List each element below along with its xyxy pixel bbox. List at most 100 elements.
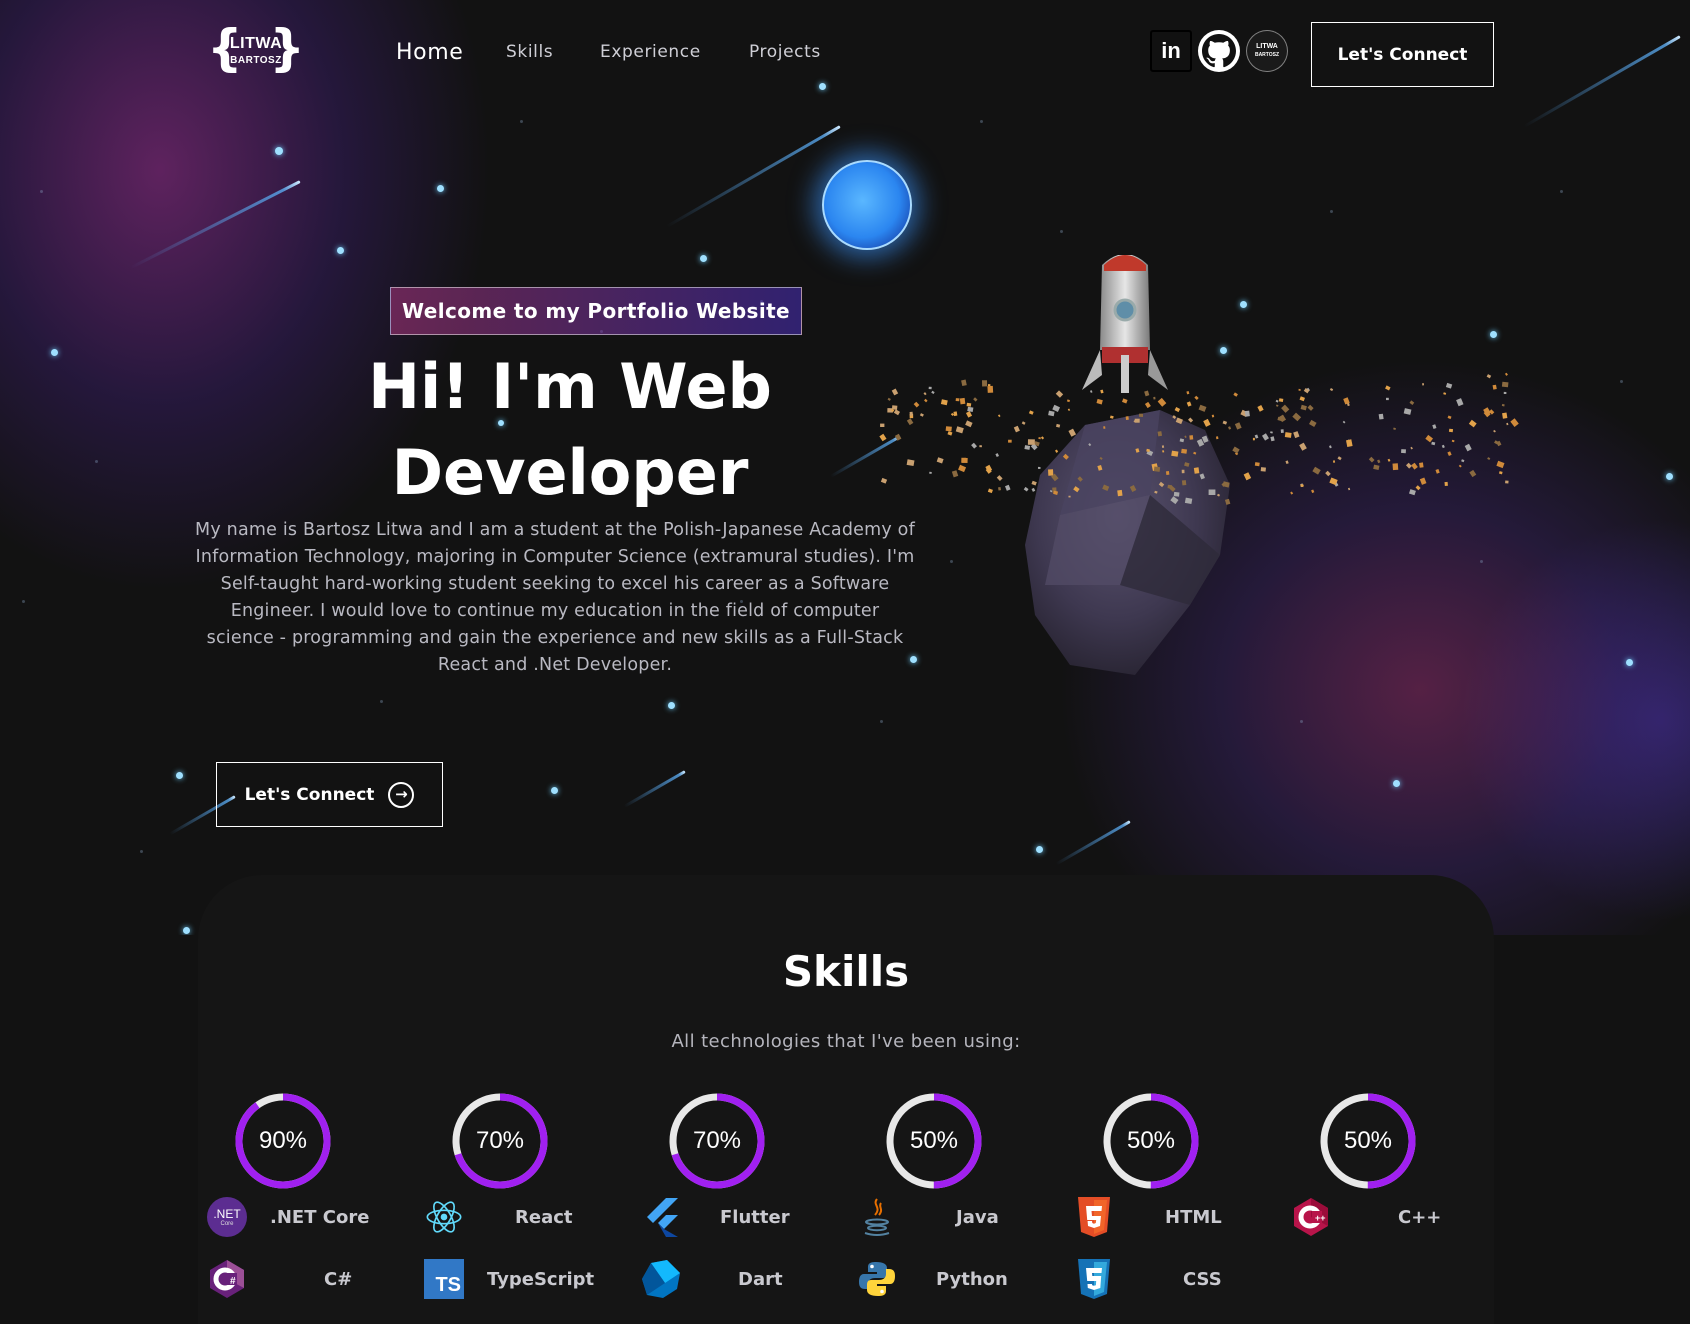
space-dust bbox=[1060, 230, 1063, 233]
skill-progress-ring: 70% bbox=[449, 1090, 551, 1192]
nav-link-experience[interactable]: Experience bbox=[600, 42, 701, 62]
tech-python: Python bbox=[856, 1257, 1056, 1301]
star bbox=[337, 247, 344, 254]
react-icon bbox=[423, 1196, 465, 1238]
rocket-asteroid-illustration bbox=[879, 255, 1519, 675]
typescript-icon: TS bbox=[423, 1258, 465, 1300]
ts-icon-text: TS bbox=[435, 1274, 461, 1296]
tech-label: React bbox=[515, 1206, 573, 1228]
tech-label: Dart bbox=[738, 1268, 783, 1290]
progress-percent-label: 50% bbox=[1126, 1127, 1176, 1154]
tech-label: TypeScript bbox=[487, 1268, 595, 1290]
space-dust bbox=[1300, 720, 1303, 723]
nav-link-projects[interactable]: Projects bbox=[749, 42, 821, 62]
dotnet-core-icon: .NET Core bbox=[206, 1196, 248, 1238]
java-icon bbox=[856, 1196, 898, 1238]
progress-percent-label: 70% bbox=[692, 1127, 742, 1154]
linkedin-link[interactable]: in bbox=[1150, 30, 1192, 72]
tech-flutter: Flutter bbox=[640, 1195, 840, 1239]
python-icon bbox=[856, 1258, 898, 1300]
headline-line-1: Hi! I'm Web bbox=[368, 350, 772, 423]
shooting-star bbox=[130, 180, 301, 270]
space-dust bbox=[95, 460, 98, 463]
tech-java: Java bbox=[856, 1195, 1056, 1239]
cpp-icon: ++ bbox=[1290, 1196, 1332, 1238]
skills-title: Skills bbox=[782, 947, 910, 996]
tech-typescript: TS TypeScript bbox=[423, 1257, 623, 1301]
headline-line-2: Developer bbox=[391, 436, 749, 509]
css3-icon bbox=[1073, 1258, 1115, 1300]
star bbox=[668, 702, 675, 709]
dart-icon bbox=[640, 1258, 682, 1300]
skills-subtitle: All technologies that I've been using: bbox=[671, 1031, 1021, 1052]
svg-text:#: # bbox=[230, 1276, 236, 1287]
skill-progress-ring: 90% bbox=[232, 1090, 334, 1192]
tech-label: Python bbox=[936, 1268, 1008, 1290]
star bbox=[1393, 780, 1400, 787]
star bbox=[176, 772, 183, 779]
lets-connect-label: Let's Connect bbox=[244, 784, 375, 805]
space-dust bbox=[880, 720, 883, 723]
dotnet-icon-text: .NET bbox=[213, 1207, 241, 1221]
logo-brace-right: } bbox=[269, 19, 305, 77]
navbar: { LITWA BARTOSZ } Home Skills Experience… bbox=[0, 0, 1690, 110]
csharp-icon: # bbox=[206, 1258, 248, 1300]
tech-label: C# bbox=[324, 1268, 353, 1290]
tech-label: CSS bbox=[1183, 1268, 1222, 1290]
star bbox=[51, 349, 58, 356]
personal-site-link[interactable]: LITWA BARTOSZ bbox=[1246, 30, 1288, 72]
tech-css: CSS bbox=[1073, 1257, 1273, 1301]
html5-icon bbox=[1073, 1196, 1115, 1238]
space-dust bbox=[380, 700, 383, 703]
tech-csharp: # C# bbox=[206, 1257, 406, 1301]
svg-text:++: ++ bbox=[1315, 1213, 1326, 1223]
tech-dart: Dart bbox=[640, 1257, 840, 1301]
progress-percent-label: 90% bbox=[258, 1127, 308, 1154]
skills-section: Skills All technologies that I've been u… bbox=[198, 875, 1494, 1324]
dotnet-icon-subtext: Core bbox=[220, 1221, 234, 1227]
nav-link-skills[interactable]: Skills bbox=[506, 42, 553, 62]
hero-headline: Hi! I'm Web Developer bbox=[330, 344, 810, 516]
intro-paragraph: My name is Bartosz Litwa and I am a stud… bbox=[195, 520, 915, 675]
shooting-star bbox=[666, 125, 841, 228]
linkedin-icon: in bbox=[1161, 38, 1181, 63]
space-dust bbox=[140, 850, 143, 853]
space-dust bbox=[1560, 190, 1563, 193]
star bbox=[1666, 473, 1673, 480]
star bbox=[1626, 659, 1633, 666]
tech-label: .NET Core bbox=[270, 1206, 370, 1228]
lets-connect-hero-button[interactable]: Let's Connect → bbox=[216, 762, 443, 827]
mini-logo-line-2: BARTOSZ bbox=[1254, 52, 1280, 58]
github-icon bbox=[1202, 34, 1236, 68]
glowing-planet bbox=[822, 160, 912, 250]
space-dust bbox=[980, 120, 983, 123]
skill-progress-ring: 50% bbox=[883, 1090, 985, 1192]
tech-label: HTML bbox=[1165, 1206, 1222, 1228]
star bbox=[275, 147, 283, 155]
tech-react: React bbox=[423, 1195, 623, 1239]
space-dust bbox=[520, 120, 523, 123]
tech-label: Java bbox=[956, 1206, 999, 1228]
lets-connect-nav-button[interactable]: Let's Connect bbox=[1311, 22, 1494, 87]
nav-link-home[interactable]: Home bbox=[396, 40, 463, 65]
tech-html: HTML bbox=[1073, 1195, 1273, 1239]
skill-progress-ring: 50% bbox=[1317, 1090, 1419, 1192]
github-link[interactable] bbox=[1198, 30, 1240, 72]
rocket bbox=[1082, 255, 1168, 393]
flutter-icon bbox=[640, 1196, 682, 1238]
progress-percent-label: 50% bbox=[909, 1127, 959, 1154]
space-dust bbox=[40, 190, 43, 193]
site-logo[interactable]: { LITWA BARTOSZ } bbox=[207, 21, 305, 79]
tech-cpp: ++ C++ bbox=[1290, 1195, 1490, 1239]
shooting-star bbox=[623, 770, 686, 808]
space-dust bbox=[1330, 210, 1333, 213]
progress-percent-label: 50% bbox=[1343, 1127, 1393, 1154]
shooting-star bbox=[1055, 820, 1131, 866]
mini-logo-icon: LITWA BARTOSZ bbox=[1255, 43, 1279, 59]
tech-label: Flutter bbox=[720, 1206, 790, 1228]
progress-percent-label: 70% bbox=[475, 1127, 525, 1154]
star bbox=[551, 787, 558, 794]
arrow-right-circle-icon: → bbox=[388, 781, 415, 808]
skill-progress-ring: 50% bbox=[1100, 1090, 1202, 1192]
star bbox=[183, 927, 190, 934]
